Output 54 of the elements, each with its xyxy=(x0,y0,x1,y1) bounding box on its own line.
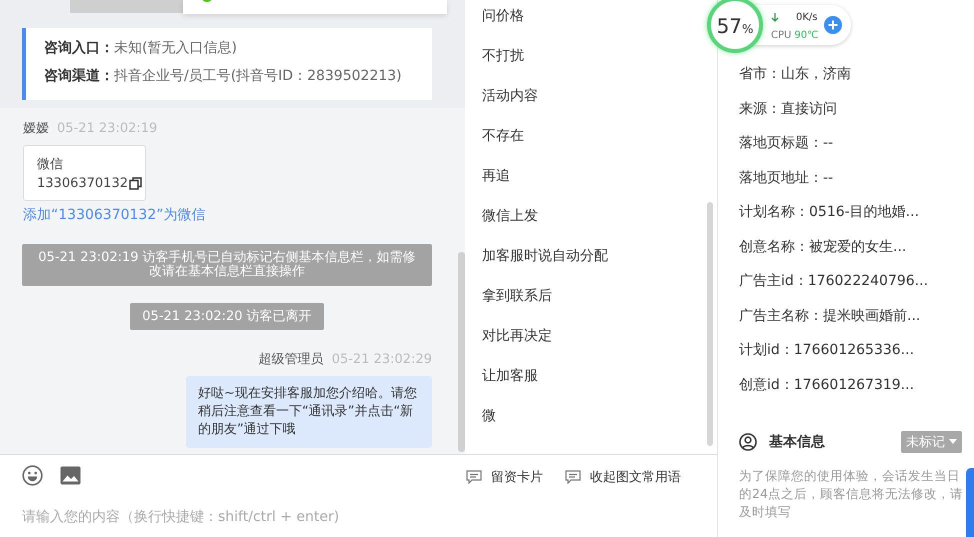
quick-reply-item[interactable]: 微 xyxy=(482,406,496,426)
add-icon[interactable] xyxy=(824,16,842,34)
cpu-label: CPU xyxy=(771,29,792,43)
network-speed: 0K/s xyxy=(796,11,818,25)
scrollbar[interactable] xyxy=(707,202,713,446)
notice-text: 为了保障您的使用体验，会话发生当日的24点之后，顾客信息将无法修改，请及时填写 xyxy=(739,466,964,520)
quick-action-button[interactable]: 收起图文常用语 xyxy=(565,468,681,486)
info-value: 未知(暂无入口信息) xyxy=(114,39,237,58)
message-icon xyxy=(565,470,581,484)
emoji-icon[interactable] xyxy=(22,464,43,486)
section-title: 基本信息 xyxy=(769,432,825,450)
source-info-row-text: 广告主id：176022240796... xyxy=(739,272,930,291)
source-info-row-text: 创意id：176601267319... xyxy=(739,376,916,394)
quick-reply-item[interactable]: 不打扰 xyxy=(482,46,524,66)
card-title: 微信 xyxy=(37,156,64,174)
quick-reply-item[interactable]: 问价格 xyxy=(482,6,524,26)
quick-action-button[interactable]: 留资卡片 xyxy=(466,468,543,486)
quick-reply-item[interactable]: 再追 xyxy=(482,166,510,186)
caret-icon xyxy=(949,439,957,444)
info-label: 咨询渠道： xyxy=(44,67,114,86)
source-info-row-text: 来源：直接访问 xyxy=(739,100,838,118)
quick-reply-item[interactable]: 拿到联系后 xyxy=(482,286,552,306)
quick-reply-item[interactable]: 微信上发 xyxy=(482,206,538,226)
system-notice: 05-21 23:02:20 访客已离开 xyxy=(130,303,324,330)
message-time: 05-21 23:02:19 xyxy=(57,121,158,137)
scrollbar[interactable] xyxy=(458,252,465,452)
source-info-row-text: 计划名称：0516-目的地婚... xyxy=(739,203,920,222)
message-icon xyxy=(466,470,482,484)
info-value: 抖音企业号/员工号(抖音号ID：2839502213) xyxy=(114,67,402,86)
quick-reply-item[interactable]: 对比再决定 xyxy=(482,326,552,346)
image-icon[interactable] xyxy=(60,466,81,484)
quick-reply-item[interactable]: 活动内容 xyxy=(482,86,538,106)
source-info-row-text: 落地页地址：-- xyxy=(739,168,834,188)
source-info-row-text: 创意名称：被宠爱的女生... xyxy=(739,238,908,256)
download-arrow-icon xyxy=(771,13,779,23)
message-bubble: 好哒~现在安排客服加您介绍哈。请您稍后注意查看一下“通讯录”并点击“新的朋友”通过下哦 xyxy=(186,376,432,448)
sender-name: 超级管理员 xyxy=(258,352,324,368)
info-label: 咨询入口： xyxy=(44,39,114,58)
sender-name: 嫒嫒 xyxy=(23,121,49,137)
quick-reply-item[interactable]: 不存在 xyxy=(482,126,524,146)
source-info-row-text: 落地页标题：-- xyxy=(739,134,834,153)
source-info-row-text: 计划id：176601265336... xyxy=(739,341,916,360)
message-time: 05-21 23:02:29 xyxy=(332,352,432,368)
percent-unit: % xyxy=(742,22,754,36)
phone-number: 13306370132 xyxy=(37,175,128,193)
source-info-row-text: 省市：山东，济南 xyxy=(739,65,852,84)
copy-icon[interactable] xyxy=(128,177,142,190)
quick-reply-item[interactable]: 加客服时说自动分配 xyxy=(482,246,608,266)
system-notice: 05-21 23:02:19 访客手机号已自动标记右侧基本信息栏，如需修改请在基本信息栏直接操作 xyxy=(22,244,432,286)
usage-percent: 57 xyxy=(716,15,742,37)
quick-reply-item[interactable]: 让加客服 xyxy=(482,366,538,386)
user-icon xyxy=(739,432,757,450)
source-info-row-text: 广告主名称：提米映画婚前... xyxy=(739,306,922,326)
cpu-temperature: 90℃ xyxy=(794,29,818,43)
